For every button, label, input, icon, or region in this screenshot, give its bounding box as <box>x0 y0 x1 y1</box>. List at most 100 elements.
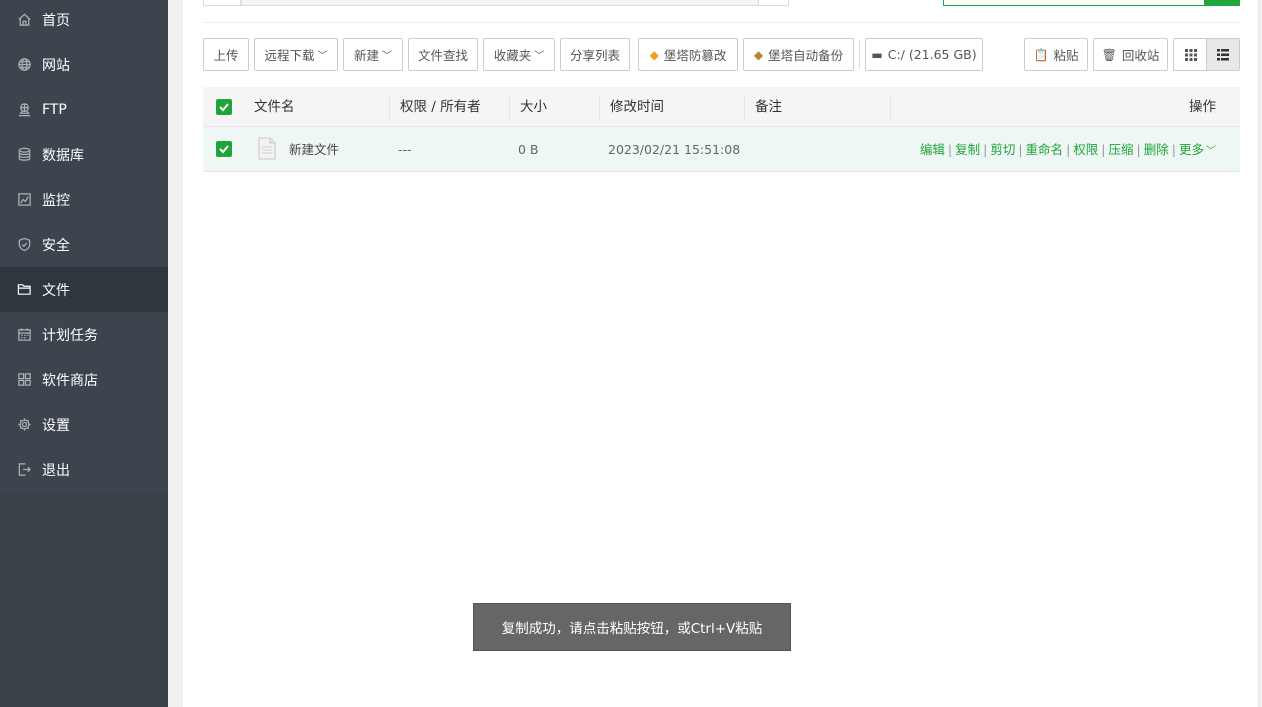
search-input[interactable] <box>943 0 1205 6</box>
sidebar-item-label: 数据库 <box>42 147 84 164</box>
new-button[interactable]: 新建 ﹀ <box>343 38 403 71</box>
column-divider <box>744 95 745 119</box>
home-icon <box>16 12 32 28</box>
file-name[interactable]: 新建文件 <box>289 127 339 172</box>
grid-icon <box>1184 48 1197 61</box>
select-all-checkbox[interactable] <box>216 99 232 115</box>
remote-download-label: 远程下载 <box>264 48 315 63</box>
list-icon <box>1217 48 1229 60</box>
paste-button[interactable]: 📋 粘贴 <box>1024 38 1088 71</box>
favorites-label: 收藏夹 <box>493 48 532 63</box>
search-button[interactable] <box>1204 0 1240 6</box>
grid-view-button[interactable] <box>1173 38 1207 71</box>
auto-backup-label: 堡塔自动备份 <box>768 48 844 63</box>
column-divider <box>599 95 600 119</box>
remote-download-button[interactable]: 远程下载 ﹀ <box>254 38 338 71</box>
auto-backup-button[interactable]: ◆ 堡塔自动备份 <box>743 38 854 71</box>
upload-button[interactable]: 上传 <box>203 38 249 71</box>
rename-link[interactable]: 重命名 <box>1026 142 1064 157</box>
column-permission[interactable]: 权限 / 所有者 <box>400 87 481 127</box>
database-icon <box>16 147 32 163</box>
sidebar-footer <box>0 492 168 707</box>
disk-icon: ▬ <box>871 47 883 62</box>
cut-link[interactable]: 剪切 <box>990 142 1015 157</box>
sidebar-item-home[interactable]: 首页 <box>0 0 168 42</box>
monitor-icon <box>16 192 32 208</box>
check-icon <box>219 145 229 154</box>
disk-label: C:/ (21.65 GB) <box>887 47 977 62</box>
paste-label: 粘贴 <box>1053 48 1079 63</box>
list-view-button[interactable] <box>1206 38 1240 71</box>
back-button[interactable] <box>203 0 241 6</box>
more-link[interactable]: 更多 ﹀ <box>1179 142 1216 157</box>
diamond-icon: ◆ <box>649 47 659 62</box>
more-label: 更多 <box>1178 142 1204 157</box>
column-name[interactable]: 文件名 <box>254 87 295 127</box>
sidebar-item-ftp[interactable]: FTP <box>0 87 168 132</box>
row-checkbox[interactable] <box>216 141 232 157</box>
recycle-bin-button[interactable]: 🗑 回收站 <box>1093 38 1168 71</box>
calendar-icon <box>16 327 32 343</box>
sidebar-item-cron[interactable]: 计划任务 <box>0 312 168 357</box>
file-size: 0 B <box>518 142 539 157</box>
sidebar-item-label: 安全 <box>42 237 70 254</box>
tamper-proof-button[interactable]: ◆ 堡塔防篡改 <box>638 38 738 71</box>
file-permission[interactable]: --- <box>398 127 412 172</box>
clipboard-icon: 📋 <box>1033 47 1049 62</box>
copy-link[interactable]: 复制 <box>955 142 980 157</box>
sidebar-item-label: 文件 <box>42 282 70 299</box>
sidebar-item-files[interactable]: 文件 <box>0 267 168 312</box>
toolbar-divider <box>859 40 860 69</box>
path-input[interactable] <box>241 0 759 6</box>
file-search-button[interactable]: 文件查找 <box>408 38 478 71</box>
disk-button[interactable]: ▬ C:/ (21.65 GB) <box>865 38 983 71</box>
sidebar-item-logout[interactable]: 退出 <box>0 447 168 492</box>
sidebar-item-database[interactable]: 数据库 <box>0 132 168 177</box>
column-divider <box>509 95 510 119</box>
sidebar-item-monitor[interactable]: 监控 <box>0 177 168 222</box>
chevron-down-icon: ﹀ <box>534 51 545 62</box>
sidebar-item-label: 网站 <box>42 57 70 74</box>
tamper-proof-label: 堡塔防篡改 <box>663 48 727 63</box>
scrollbar-track[interactable] <box>1258 0 1262 707</box>
sidebar-item-security[interactable]: 安全 <box>0 222 168 267</box>
sidebar-item-label: 退出 <box>42 462 70 479</box>
shield-icon <box>16 237 32 253</box>
sidebar-item-label: 监控 <box>42 192 70 209</box>
column-ops: 操作 <box>1189 99 1216 115</box>
share-list-button[interactable]: 分享列表 <box>560 38 630 71</box>
column-divider <box>890 95 891 119</box>
chevron-down-icon: ﹀ <box>382 51 392 62</box>
sidebar: 首页 网站 FTP 数据库 监控 安全 文件 计划任务 软件商店 设置 退出 <box>0 0 168 707</box>
edit-link[interactable]: 编辑 <box>920 142 945 157</box>
table-row[interactable]: 新建文件 --- 0 B 2023/02/21 15:51:08 编辑 | 复制 | 剪… <box>203 127 1240 172</box>
divider <box>203 22 1240 23</box>
logout-icon <box>16 462 32 478</box>
sidebar-item-settings[interactable]: 设置 <box>0 402 168 447</box>
sidebar-menu: 首页 网站 FTP 数据库 监控 安全 文件 计划任务 软件商店 设置 退出 <box>0 0 168 495</box>
upload-label: 上传 <box>213 48 239 63</box>
sidebar-item-label: 设置 <box>42 417 70 434</box>
column-divider <box>389 95 390 119</box>
column-remark: 备注 <box>755 99 782 115</box>
folder-icon <box>16 282 32 298</box>
sidebar-item-store[interactable]: 软件商店 <box>0 357 168 402</box>
file-manager-panel: 上传 远程下载 ﹀ 新建 ﹀ 文件查找 收藏夹 ﹀ 分享列表 ◆ 堡塔防篡改 ◆… <box>183 0 1262 707</box>
sidebar-item-label: 首页 <box>42 12 70 29</box>
sidebar-item-label: FTP <box>42 101 67 118</box>
file-icon <box>258 137 276 160</box>
new-label: 新建 <box>353 48 379 63</box>
refresh-button[interactable] <box>758 0 789 6</box>
favorites-button[interactable]: 收藏夹 ﹀ <box>483 38 555 71</box>
sidebar-item-website[interactable]: 网站 <box>0 42 168 87</box>
permission-link[interactable]: 权限 <box>1073 142 1098 157</box>
file-table-header: 文件名 权限 / 所有者 大小 修改时间 备注 操作 <box>203 87 1240 127</box>
delete-link[interactable]: 删除 <box>1144 142 1169 157</box>
compress-link[interactable]: 压缩 <box>1109 142 1134 157</box>
recycle-bin-label: 回收站 <box>1121 48 1160 63</box>
diamond-icon: ◆ <box>753 47 764 62</box>
share-list-label: 分享列表 <box>569 48 620 63</box>
file-mtime: 2023/02/21 15:51:08 <box>608 142 741 157</box>
column-size[interactable]: 大小 <box>520 87 547 127</box>
column-mtime[interactable]: 修改时间 <box>610 87 664 127</box>
